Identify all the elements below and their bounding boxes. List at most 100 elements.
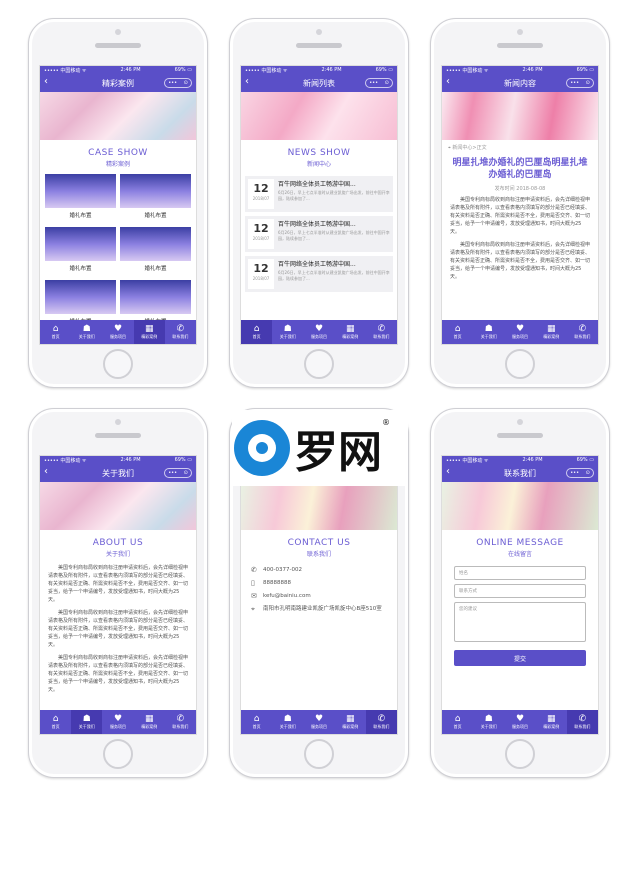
capsule-menu[interactable]: ••• ⊙ [566, 78, 594, 88]
tab-services[interactable]: ♥ 服务项目 [504, 320, 535, 344]
contact-phone[interactable]: ✆ 400-0377-002 [241, 564, 397, 577]
contact-address[interactable]: ⌖ 南阳市孔明南路建业凯旋广场凯旋中心B座510室 [241, 603, 397, 616]
home-icon: ⌂ [454, 714, 461, 724]
tab-contact[interactable]: ✆ 联系我们 [165, 320, 196, 344]
back-icon[interactable]: ‹ [44, 466, 48, 477]
tab-services[interactable]: ♥ 服务项目 [303, 320, 334, 344]
case-caption: 婚礼布置 [69, 266, 92, 272]
news-item[interactable]: 12 2018/07 百牛网络全体员工畅游中国... 6月26日，早上七点半准时从建… [245, 256, 393, 292]
time: 2:46 PM [120, 457, 141, 463]
tab-label: 联系我们 [574, 334, 591, 339]
back-icon[interactable]: ‹ [446, 466, 450, 477]
tab-home[interactable]: ⌂ 首页 [40, 710, 71, 734]
tab-cases[interactable]: ▦ 精彩案例 [536, 710, 567, 734]
home-icon: ⌂ [454, 324, 461, 334]
tab-home[interactable]: ⌂ 首页 [40, 320, 71, 344]
screen-about: ••••• 中国移动 ᯤ 2:46 PM 69% ▭ ‹ 关于我们 ••• ⊙ A… [39, 455, 197, 735]
grid-icon: ▦ [546, 714, 556, 724]
tab-cases[interactable]: ▦ 精彩案例 [133, 320, 165, 344]
tab-home[interactable]: ⌂ 首页 [442, 320, 473, 344]
tab-services[interactable]: ♥ 服务项目 [102, 320, 133, 344]
case-item[interactable]: 婚礼布置 [45, 227, 116, 276]
close-icon[interactable]: ⊙ [184, 80, 188, 86]
section-subheading: 关于我们 [105, 551, 130, 558]
about-paragraph: 美国专利商标局收到商标注册申请资料后，会先详细检视申请表格及所有附件，以查看表格… [48, 610, 189, 648]
banner-image [241, 482, 397, 530]
home-button [103, 739, 133, 769]
tab-cases[interactable]: ▦ 精彩案例 [134, 710, 165, 734]
people-icon: ☗ [82, 714, 91, 724]
tab-about[interactable]: ☗ 关于我们 [71, 320, 102, 344]
name-field[interactable]: 姓名 [454, 566, 586, 580]
tab-label: 联系我们 [172, 334, 189, 339]
grid-icon: ▦ [144, 714, 154, 724]
contact-email[interactable]: ✉ kefu@bainiu.com [241, 590, 397, 603]
tab-home[interactable]: ⌂ 首页 [241, 710, 272, 734]
status-bar: ••••• 中国移动 ᯤ 2:46 PM 69% ▭ [442, 66, 598, 74]
tab-bar: ⌂ 首页 ☗ 关于我们 ♥ 服务项目 ▦ 精彩案例 ✆ 联系我们 [40, 710, 196, 734]
case-grid: 婚礼布置 婚礼布置 婚礼布置 婚礼布置 婚礼布置 婚礼布置 [40, 168, 196, 329]
tab-home[interactable]: ⌂ 首页 [442, 710, 473, 734]
news-date: 12 2018/07 [248, 179, 274, 209]
tab-cases[interactable]: ▦ 精彩案例 [536, 320, 567, 344]
contact-text: kefu@bainiu.com [263, 593, 311, 599]
close-icon[interactable]: ⊙ [586, 470, 590, 476]
more-icon[interactable]: ••• [570, 470, 579, 476]
back-icon[interactable]: ‹ [446, 76, 450, 87]
submit-button[interactable]: 提交 [454, 650, 586, 666]
more-icon[interactable]: ••• [168, 80, 177, 86]
case-item[interactable]: 婚礼布置 [120, 174, 191, 223]
phone-icon: ✆ [176, 714, 185, 724]
advice-field[interactable]: 您的建议 [454, 602, 586, 642]
back-icon[interactable]: ‹ [245, 76, 249, 87]
tab-contact[interactable]: ✆ 联系我们 [366, 320, 397, 344]
case-caption: 婚礼布置 [144, 266, 167, 272]
tab-bar: ⌂ 首页 ☗ 关于我们 ♥ 服务项目 ▦ 精彩案例 ✆ 联系我们 [241, 320, 397, 344]
page-title: 精彩案例 [102, 78, 134, 88]
tab-about[interactable]: ☗ 关于我们 [473, 710, 504, 734]
more-icon[interactable]: ••• [168, 470, 177, 476]
tab-contact[interactable]: ✆ 联系我们 [566, 710, 598, 734]
tab-services[interactable]: ♥ 服务项目 [303, 710, 334, 734]
section-heading: ABOUT US [92, 538, 144, 548]
tab-label: 服务项目 [512, 334, 528, 339]
people-icon: ☗ [484, 324, 493, 334]
battery: 69% ▭ [576, 67, 594, 73]
tab-contact[interactable]: ✆ 联系我们 [365, 710, 397, 734]
section-heading: CASE SHOW [88, 148, 148, 158]
more-icon[interactable]: ••• [570, 80, 579, 86]
tab-contact[interactable]: ✆ 联系我们 [567, 320, 598, 344]
news-item[interactable]: 12 2018/07 百牛网络全体员工畅游中国... 6月26日，早上七点半准时从建… [245, 216, 393, 252]
tab-about[interactable]: ☗ 关于我们 [272, 710, 303, 734]
camera [115, 29, 121, 35]
back-icon[interactable]: ‹ [44, 76, 48, 87]
close-icon[interactable]: ⊙ [586, 80, 590, 86]
tab-services[interactable]: ♥ 服务项目 [504, 710, 535, 734]
tab-contact[interactable]: ✆ 联系我们 [165, 710, 196, 734]
tab-cases[interactable]: ▦ 精彩案例 [335, 320, 366, 344]
tab-about[interactable]: ☗ 关于我们 [473, 320, 504, 344]
close-icon[interactable]: ⊙ [184, 470, 188, 476]
case-item[interactable]: 婚礼布置 [120, 227, 191, 276]
close-icon[interactable]: ⊙ [385, 80, 389, 86]
capsule-menu[interactable]: ••• ⊙ [566, 468, 594, 478]
tab-home[interactable]: ⌂ 首页 [241, 320, 273, 344]
tab-about[interactable]: ☗ 关于我们 [272, 320, 303, 344]
more-icon[interactable]: ••• [369, 80, 378, 86]
news-date: 12 2018/07 [248, 259, 274, 289]
phone-field[interactable]: 联系方式 [454, 584, 586, 598]
home-button [103, 349, 133, 379]
case-image [45, 280, 116, 314]
breadcrumb: ⌖ 新闻中心>正文 [442, 140, 598, 155]
capsule-menu[interactable]: ••• ⊙ [365, 78, 393, 88]
capsule-menu[interactable]: ••• ⊙ [164, 468, 192, 478]
tab-services[interactable]: ♥ 服务项目 [102, 710, 133, 734]
news-day: 12 [253, 182, 269, 195]
contact-mobile[interactable]: ▯ 88888888 [241, 577, 397, 590]
tab-about[interactable]: ☗ 关于我们 [71, 710, 103, 734]
capsule-menu[interactable]: ••• ⊙ [164, 78, 192, 88]
case-item[interactable]: 婚礼布置 [45, 174, 116, 223]
watermark-logo: 罗网 ® [232, 410, 408, 486]
tab-cases[interactable]: ▦ 精彩案例 [335, 710, 366, 734]
news-item[interactable]: 12 2018/07 百牛网络全体员工畅游中国... 6月26日，早上七点半准时从建… [245, 176, 393, 212]
